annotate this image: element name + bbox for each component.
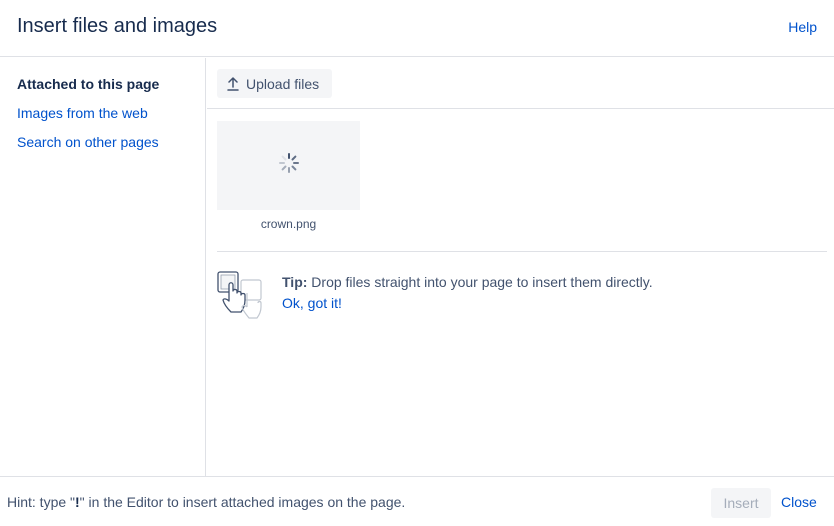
hint-suffix: " in the Editor to insert attached image… xyxy=(79,494,406,510)
dialog-title: Insert files and images xyxy=(17,15,218,37)
tip-message: Tip: Drop files straight into your page … xyxy=(282,274,653,290)
file-card[interactable]: crown.png xyxy=(217,121,360,231)
help-link[interactable]: Help xyxy=(788,19,817,35)
divider xyxy=(217,251,827,252)
tip-dismiss-link[interactable]: Ok, got it! xyxy=(282,295,342,311)
hint-prefix: Hint: type " xyxy=(7,494,75,510)
upload-arrow-icon xyxy=(227,76,239,91)
sidebar: Attached to this page Images from the we… xyxy=(0,58,206,476)
close-button[interactable]: Close xyxy=(781,494,817,510)
sidebar-item-web-images[interactable]: Images from the web xyxy=(17,105,148,121)
loading-spinner-icon xyxy=(278,152,300,179)
file-thumbnail[interactable] xyxy=(217,121,360,210)
toolbar: Upload files xyxy=(207,58,834,109)
tip-label: Tip: xyxy=(282,274,308,290)
hint-text: Hint: type "!" in the Editor to insert a… xyxy=(7,494,405,510)
sidebar-item-attached[interactable]: Attached to this page xyxy=(17,76,159,92)
dialog-footer: Hint: type "!" in the Editor to insert a… xyxy=(0,476,834,526)
insert-button[interactable]: Insert xyxy=(711,488,771,518)
file-name: crown.png xyxy=(260,217,317,231)
sidebar-item-search-pages[interactable]: Search on other pages xyxy=(17,134,159,150)
upload-files-button[interactable]: Upload files xyxy=(217,69,332,98)
upload-files-label: Upload files xyxy=(246,75,320,92)
tip-body: Drop files straight into your page to in… xyxy=(307,274,653,290)
dialog-header: Insert files and images Help xyxy=(0,0,834,57)
main-panel: Upload files crown.png Tip: Drop files s… xyxy=(207,58,834,476)
drag-drop-hand-icon xyxy=(217,271,269,323)
